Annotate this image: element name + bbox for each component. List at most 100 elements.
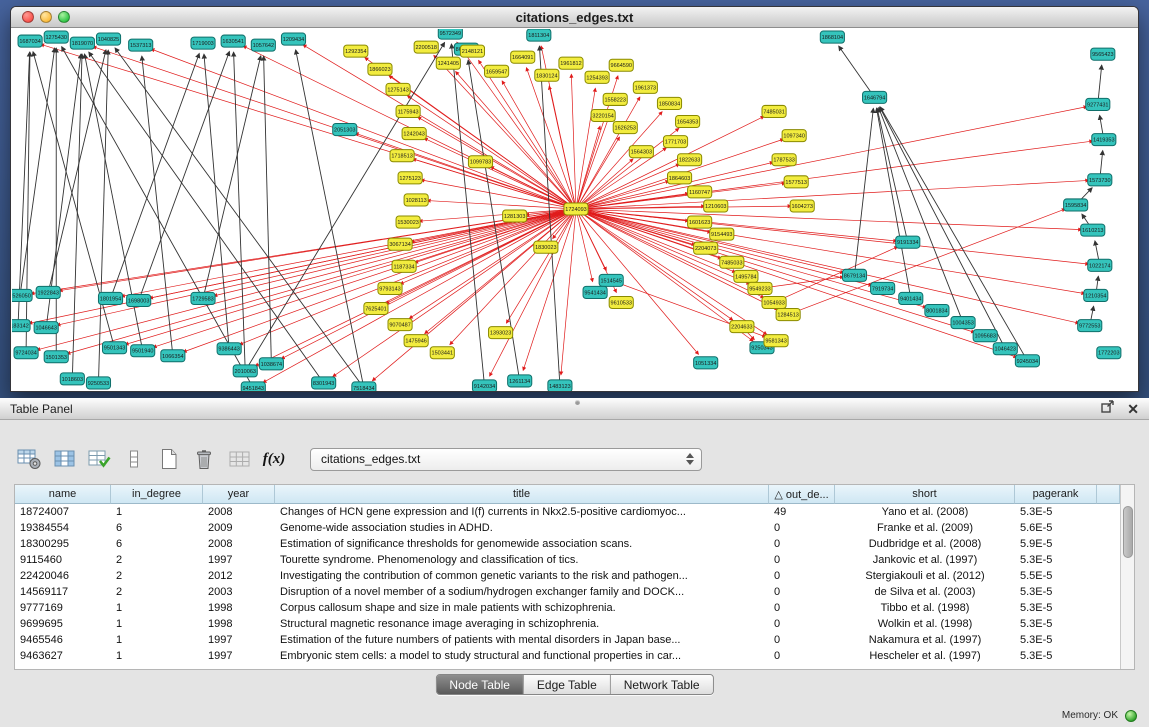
graph-node[interactable]: 1610213 — [1081, 224, 1105, 236]
table-options-icon[interactable] — [16, 446, 42, 472]
graph-edge[interactable] — [89, 52, 324, 383]
graph-node[interactable]: 8001834 — [925, 304, 949, 316]
column-header-year[interactable]: year — [203, 485, 275, 504]
graph-edge[interactable] — [576, 209, 975, 332]
graph-node[interactable]: 8679134 — [842, 269, 866, 281]
function-builder-icon[interactable]: f(x) — [261, 446, 287, 472]
column-header-short[interactable]: short — [835, 485, 1015, 504]
graph-edge[interactable] — [296, 50, 364, 388]
graph-node[interactable]: 1961812 — [559, 57, 583, 69]
tab-edge-table[interactable]: Edge Table — [523, 675, 610, 694]
graph-node[interactable]: 1830023 — [534, 241, 558, 253]
graph-node[interactable]: 1577513 — [784, 176, 808, 188]
graph-node[interactable]: 1046423 — [993, 343, 1017, 355]
minimize-window-button[interactable] — [40, 11, 52, 23]
network-view-canvas[interactable]: 1687034127543018190701040825153731317190… — [12, 29, 1137, 391]
delete-column-icon[interactable] — [191, 446, 217, 472]
graph-node[interactable]: 1004353 — [951, 317, 975, 329]
graph-node[interactable]: 9401434 — [899, 292, 923, 304]
graph-node[interactable]: 9070487 — [388, 319, 412, 331]
graph-node[interactable]: 1850834 — [657, 97, 681, 109]
graph-node[interactable]: 1501353 — [44, 351, 68, 363]
graph-node[interactable]: 1495784 — [734, 270, 758, 282]
graph-node[interactable]: 1864603 — [667, 172, 691, 184]
graph-node[interactable]: 1209434 — [281, 33, 305, 45]
graph-node[interactable]: 1654353 — [676, 115, 700, 127]
graph-node[interactable]: 1595834 — [1064, 199, 1088, 211]
graph-node[interactable]: 9565423 — [1091, 48, 1115, 60]
graph-node[interactable]: 1604273 — [790, 200, 814, 212]
graph-node[interactable]: 1066354 — [161, 350, 185, 362]
graph-node[interactable]: 1022174 — [1088, 259, 1112, 271]
graph-edge[interactable] — [788, 209, 1065, 315]
graph-node[interactable]: 7518434 — [352, 382, 376, 391]
graph-node[interactable]: 1097340 — [782, 130, 806, 142]
graph-node[interactable]: 7485031 — [762, 105, 786, 117]
graph-node[interactable]: 3067134 — [388, 238, 412, 250]
float-panel-icon[interactable] — [1101, 400, 1115, 418]
graph-node[interactable]: 1659547 — [485, 65, 509, 77]
table-row[interactable]: 946554611997Estimation of the future num… — [15, 632, 1120, 648]
graph-node[interactable]: 1830124 — [535, 69, 559, 81]
graph-node[interactable]: 1698003 — [127, 294, 151, 306]
graph-edge[interactable] — [523, 209, 576, 370]
graph-node[interactable]: 1175943 — [396, 105, 420, 117]
network-svg[interactable]: 1687034127543018190701040825153731317190… — [12, 29, 1137, 391]
graph-node[interactable]: 1801954 — [98, 292, 122, 304]
graph-node[interactable]: 1729583 — [191, 292, 215, 304]
graph-edge[interactable] — [576, 209, 750, 284]
graph-node[interactable]: 1601623 — [688, 216, 712, 228]
graph-node[interactable]: 1095683 — [973, 330, 997, 342]
graph-node[interactable]: 9154493 — [710, 228, 734, 240]
graph-node[interactable]: 9793143 — [378, 282, 402, 294]
graph-node[interactable]: 1187334 — [392, 260, 416, 272]
graph-node[interactable]: 1292354 — [344, 45, 368, 57]
graph-edge[interactable] — [571, 74, 576, 209]
graph-edge[interactable] — [264, 56, 272, 364]
graph-node[interactable]: 2204633 — [730, 321, 754, 333]
graph-node[interactable]: 1564303 — [629, 146, 653, 158]
column-header-in_degree[interactable]: in_degree — [111, 485, 203, 504]
graph-node[interactable]: 1514545 — [599, 274, 623, 286]
graph-node[interactable]: 2051303 — [333, 124, 357, 136]
graph-node[interactable]: 1275123 — [398, 172, 422, 184]
graph-edge[interactable] — [111, 54, 200, 299]
graph-edge[interactable] — [576, 126, 600, 209]
graph-edge[interactable] — [877, 108, 911, 298]
graph-node[interactable]: 1961373 — [633, 81, 657, 93]
column-header-name[interactable]: name — [15, 485, 111, 504]
graph-node[interactable]: 1719003 — [191, 37, 215, 49]
graph-node[interactable]: 1275143 — [386, 83, 410, 95]
graph-node[interactable]: 1475946 — [404, 335, 428, 347]
graph-node[interactable]: 1718513 — [390, 150, 414, 162]
graph-node[interactable]: 9772553 — [1078, 320, 1102, 332]
graph-node[interactable]: 1054933 — [762, 296, 786, 308]
graph-node[interactable]: 1275430 — [44, 31, 68, 43]
graph-node[interactable]: 9664590 — [609, 59, 633, 71]
table-row[interactable]: 1938455462009Genome-wide association stu… — [15, 520, 1120, 536]
graph-node[interactable]: 7919734 — [871, 282, 895, 294]
graph-node[interactable]: 9250533 — [86, 377, 110, 389]
graph-node[interactable]: 1057642 — [251, 39, 275, 51]
graph-node[interactable]: 9581343 — [764, 335, 788, 347]
graph-node[interactable]: 1242043 — [402, 128, 426, 140]
tab-node-table[interactable]: Node Table — [436, 675, 523, 694]
table-row[interactable]: 977716911998Corpus callosum shape and si… — [15, 600, 1120, 616]
graph-node[interactable]: 1160747 — [688, 186, 712, 198]
column-header-out_degree[interactable]: △ out_de... — [769, 485, 835, 504]
graph-node[interactable]: 9386443 — [217, 343, 241, 355]
show-columns-icon[interactable] — [51, 446, 77, 472]
graph-node[interactable]: 1254393 — [585, 71, 609, 83]
graph-node[interactable]: 1787533 — [772, 154, 796, 166]
graph-edge[interactable] — [234, 52, 246, 371]
row-tools-icon[interactable] — [121, 446, 147, 472]
graph-node[interactable]: 1046643 — [34, 322, 58, 334]
graph-edge[interactable] — [142, 56, 173, 356]
table-row[interactable]: 2242004622012Investigating the contribut… — [15, 568, 1120, 584]
graph-edge[interactable] — [576, 209, 1089, 264]
graph-node[interactable]: 1038674 — [259, 358, 283, 370]
split-pane-handle[interactable] — [575, 400, 580, 405]
graph-node[interactable]: 2204073 — [694, 242, 718, 254]
graph-node[interactable]: 1210354 — [1084, 289, 1108, 301]
new-file-icon[interactable] — [156, 446, 182, 472]
